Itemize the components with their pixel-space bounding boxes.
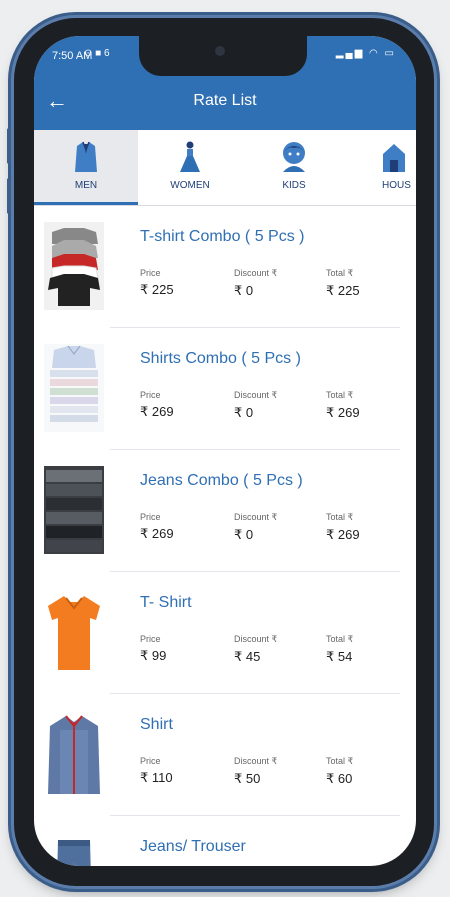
price-label: Price bbox=[140, 756, 161, 766]
discount-label: Discount ₹ bbox=[234, 756, 278, 766]
discount-value: ₹ 0 bbox=[234, 283, 254, 298]
price-value: ₹ 110 bbox=[140, 770, 173, 785]
price-value: ₹ 99 bbox=[140, 648, 167, 663]
notch bbox=[139, 36, 307, 76]
total-value: ₹ 60 bbox=[326, 771, 353, 786]
tab-men-label: MEN bbox=[74, 180, 98, 191]
discount-col: Discount ₹ ₹ 50 bbox=[234, 756, 277, 787]
list-item[interactable]: Shirt Price ₹ 110 Discount ₹ ₹ 50 Total … bbox=[34, 694, 416, 816]
tab-women[interactable]: WOMEN bbox=[138, 130, 242, 202]
list-item[interactable]: Shirts Combo ( 5 Pcs ) Price ₹ 269 Disco… bbox=[34, 328, 416, 450]
category-tabs: MEN WOMEN KIDS HOUS bbox=[34, 130, 416, 206]
tab-women-label: WOMEN bbox=[170, 180, 210, 191]
tshirt-combo-image bbox=[44, 222, 104, 310]
price-label: Price bbox=[140, 268, 161, 278]
discount-label: Discount ₹ bbox=[234, 390, 278, 400]
orange-tshirt-image bbox=[48, 596, 100, 670]
blue-shirt-image bbox=[48, 715, 100, 794]
tab-men[interactable]: MEN bbox=[34, 130, 138, 202]
total-value: ₹ 54 bbox=[326, 649, 353, 664]
total-value: ₹ 225 bbox=[326, 283, 360, 298]
shirts-combo-image bbox=[44, 344, 104, 432]
tab-household-label: HOUS bbox=[382, 180, 411, 191]
price-value: ₹ 269 bbox=[140, 526, 174, 541]
total-label: Total ₹ bbox=[326, 512, 354, 522]
price-value: ₹ 269 bbox=[140, 404, 174, 419]
discount-value: ₹ 0 bbox=[234, 527, 254, 542]
price-col: Price ₹ 225 bbox=[140, 268, 174, 298]
discount-col: Discount ₹ ₹ 0 bbox=[234, 512, 277, 543]
total-col: Total ₹ ₹ 54 bbox=[326, 634, 353, 665]
item-name: Jeans Combo ( 5 Pcs ) bbox=[140, 472, 303, 489]
volume-up-button bbox=[7, 128, 11, 164]
discount-col: Discount ₹ ₹ 0 bbox=[234, 390, 277, 421]
camera bbox=[215, 46, 225, 56]
discount-col: Discount ₹ ₹ 45 bbox=[234, 634, 277, 665]
discount-value: ₹ 45 bbox=[234, 649, 261, 664]
item-name: Shirt bbox=[140, 716, 173, 733]
list-item[interactable]: Jeans/ Trouser bbox=[34, 816, 416, 866]
men-suit-icon bbox=[75, 141, 97, 172]
house-icon bbox=[383, 144, 405, 172]
price-col: Price ₹ 269 bbox=[140, 512, 174, 542]
item-name: Jeans/ Trouser bbox=[140, 838, 246, 855]
volume-down-button bbox=[7, 178, 11, 214]
price-col: Price ₹ 269 bbox=[140, 390, 174, 420]
item-name: T-shirt Combo ( 5 Pcs ) bbox=[140, 228, 305, 245]
jeans-image bbox=[57, 840, 91, 866]
discount-label: Discount ₹ bbox=[234, 268, 278, 278]
price-label: Price bbox=[140, 512, 161, 522]
item-name: Shirts Combo ( 5 Pcs ) bbox=[140, 350, 301, 367]
discount-label: Discount ₹ bbox=[234, 512, 278, 522]
women-dress-icon bbox=[180, 141, 200, 172]
total-col: Total ₹ ₹ 269 bbox=[326, 512, 360, 543]
discount-value: ₹ 0 bbox=[234, 405, 254, 420]
discount-label: Discount ₹ bbox=[234, 634, 278, 644]
total-col: Total ₹ ₹ 60 bbox=[326, 756, 353, 787]
tab-kids-label: KIDS bbox=[282, 180, 306, 191]
app-screen: 7:50 AM ⊙ ■ 6 ▂▄▆ ◠ ▭ ← Rate List MEN WO… bbox=[34, 36, 416, 866]
total-col: Total ₹ ₹ 269 bbox=[326, 390, 360, 421]
total-col: Total ₹ ₹ 225 bbox=[326, 268, 360, 299]
discount-col: Discount ₹ ₹ 0 bbox=[234, 268, 277, 299]
jeans-combo-image bbox=[44, 466, 104, 554]
discount-value: ₹ 50 bbox=[234, 771, 261, 786]
item-name: T- Shirt bbox=[140, 594, 192, 611]
tab-kids[interactable]: KIDS bbox=[242, 130, 346, 202]
list-item[interactable]: Jeans Combo ( 5 Pcs ) Price ₹ 269 Discou… bbox=[34, 450, 416, 572]
status-icons: ⊙ ■ 6 bbox=[84, 48, 110, 59]
price-col: Price ₹ 110 bbox=[140, 756, 173, 786]
price-col: Price ₹ 99 bbox=[140, 634, 166, 664]
list-item[interactable]: T-shirt Combo ( 5 Pcs ) Price ₹ 225 Disc… bbox=[34, 206, 416, 328]
price-value: ₹ 225 bbox=[140, 282, 174, 297]
tab-household[interactable]: HOUS bbox=[346, 130, 416, 202]
total-label: Total ₹ bbox=[326, 268, 354, 278]
total-label: Total ₹ bbox=[326, 756, 354, 766]
kids-face-icon bbox=[283, 142, 305, 172]
signal-wifi-battery-icon: ▂▄▆ ◠ ▭ bbox=[335, 48, 396, 59]
total-label: Total ₹ bbox=[326, 390, 354, 400]
total-label: Total ₹ bbox=[326, 634, 354, 644]
list-item[interactable]: T- Shirt Price ₹ 99 Discount ₹ ₹ 45 Tota… bbox=[34, 572, 416, 694]
price-label: Price bbox=[140, 634, 161, 644]
price-label: Price bbox=[140, 390, 161, 400]
total-value: ₹ 269 bbox=[326, 527, 360, 542]
page-title: Rate List bbox=[193, 92, 257, 109]
total-value: ₹ 269 bbox=[326, 405, 360, 420]
